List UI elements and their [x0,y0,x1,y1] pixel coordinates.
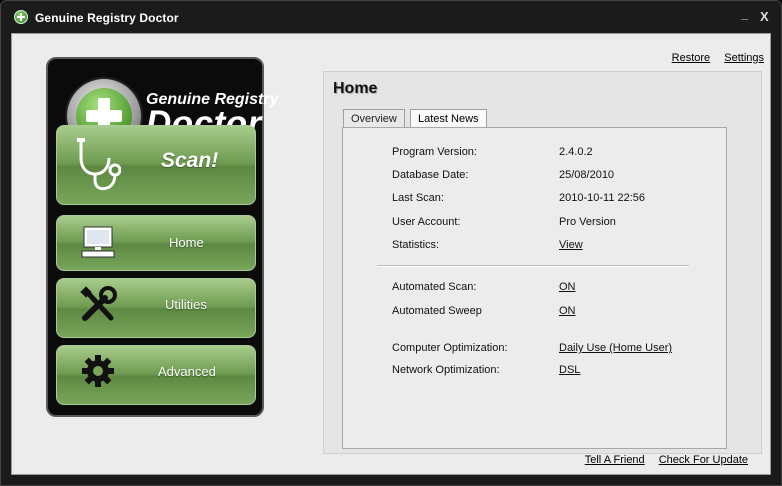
check-for-update-link[interactable]: Check For Update [659,454,748,466]
info-label: Statistics: [392,239,440,251]
home-label: Home [169,235,204,250]
gear-icon [82,355,114,387]
info-label: Last Scan: [392,192,444,204]
window-title: Genuine Registry Doctor [35,11,179,25]
title-bar[interactable]: Genuine Registry Doctor _ X [1,1,781,33]
minimize-button[interactable]: _ [741,6,748,21]
utilities-button[interactable]: Utilities [56,278,256,338]
statistics-view-link[interactable]: View [559,239,583,251]
info-value: 25/08/2010 [559,169,615,181]
info-label: Computer Optimization: [392,342,508,354]
page-title: Home [333,80,378,97]
info-label: Database Date: [392,169,469,181]
scan-button[interactable]: Scan! [56,125,256,205]
scan-label: Scan! [161,149,219,172]
tab-overview[interactable]: Overview [343,109,405,128]
computer-optimization-link[interactable]: Daily Use (Home User) [559,342,672,354]
restore-link[interactable]: Restore [672,52,711,64]
advanced-button[interactable]: Advanced [56,345,256,405]
info-label: Automated Scan: [392,281,477,293]
utilities-label: Utilities [165,297,207,312]
info-label: User Account: [392,216,461,228]
tell-a-friend-link[interactable]: Tell A Friend [585,454,645,466]
tools-icon [80,286,117,321]
computer-icon [81,226,115,258]
tab-latest-news[interactable]: Latest News [410,109,487,128]
bottom-links: Tell A Friend Check For Update [574,454,748,466]
info-label: Program Version: [392,146,477,158]
home-button[interactable]: Home [56,215,256,271]
app-window: Genuine Registry Doctor _ X Restore Sett… [0,0,782,486]
stethoscope-icon [77,138,121,191]
info-value: 2.4.0.2 [559,146,593,158]
home-content: Home Overview Latest News Program Versio… [323,71,762,454]
info-label: Automated Sweep [392,305,482,317]
sidebar: Genuine Registry Doctor Scan! Home Utili… [46,57,278,417]
divider [377,265,689,266]
close-button[interactable]: X [760,9,769,24]
automated-sweep-toggle-link[interactable]: ON [559,305,576,317]
app-logo-icon [14,10,28,24]
info-label: Network Optimization: [392,364,500,376]
settings-link[interactable]: Settings [724,52,764,64]
overview-panel: Program Version: 2.4.0.2 Database Date: … [342,127,727,449]
info-value: 2010-10-11 22:56 [559,192,646,204]
network-optimization-link[interactable]: DSL [559,364,580,376]
client-area: Restore Settings Genuine Registry Doctor… [11,33,771,475]
automated-scan-toggle-link[interactable]: ON [559,281,576,293]
top-links: Restore Settings [661,52,764,64]
info-value: Pro Version [559,216,616,228]
advanced-label: Advanced [158,364,216,379]
